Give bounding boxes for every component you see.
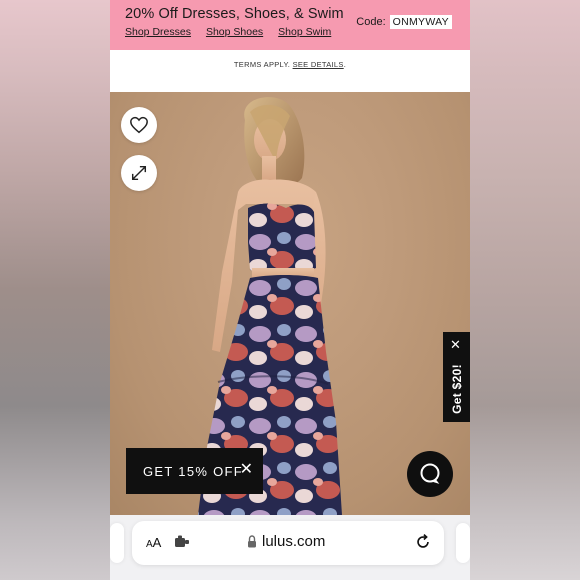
- heart-icon: [130, 116, 148, 134]
- expand-image-button[interactable]: [121, 155, 157, 191]
- promo-code-label: Code:: [356, 16, 386, 28]
- promo-code: Code: ONMYWAY: [356, 15, 452, 29]
- reload-icon[interactable]: [414, 533, 432, 556]
- promo-title: 20% Off Dresses, Shoes, & Swim: [125, 6, 344, 22]
- url-text: lulus.com: [262, 533, 326, 550]
- discount-label: GET 15% OFF: [143, 463, 244, 479]
- shop-swim-link[interactable]: Shop Swim: [278, 26, 331, 38]
- promo-code-value: ONMYWAY: [389, 15, 452, 29]
- background-blur-left: [0, 0, 110, 580]
- background-blur-right: [470, 0, 580, 580]
- extension-icon[interactable]: [174, 535, 190, 554]
- chat-button[interactable]: [407, 451, 453, 497]
- terms-period: .: [343, 60, 347, 69]
- terms-text: TERMS APPLY.: [233, 60, 291, 69]
- expand-icon: [131, 165, 147, 181]
- shop-dresses-link[interactable]: Shop Dresses: [125, 26, 191, 38]
- get-20-tab[interactable]: ✕ Get $20!: [443, 332, 470, 422]
- get-20-label: Get $20!: [450, 364, 464, 414]
- browser-toolbar: AA lulus.com: [110, 515, 470, 580]
- prev-tab-peek[interactable]: [110, 523, 124, 563]
- lock-icon: [248, 535, 256, 548]
- see-details-link[interactable]: SEE DETAILS: [293, 60, 344, 69]
- wishlist-button[interactable]: [121, 107, 157, 143]
- bottom-toolbar-peek: [110, 573, 470, 580]
- chat-bubble-icon: [420, 463, 440, 484]
- url-display[interactable]: lulus.com: [247, 533, 325, 550]
- phone-screen: 20% Off Dresses, Shoes, & Swim Shop Dres…: [110, 0, 470, 580]
- terms-bar: TERMS APPLY. SEE DETAILS.: [110, 50, 470, 92]
- discount-close-icon[interactable]: ✕: [240, 462, 253, 478]
- next-tab-peek[interactable]: [456, 523, 470, 563]
- text-size-icon[interactable]: AA: [146, 535, 161, 550]
- promo-links: Shop Dresses Shop Shoes Shop Swim: [125, 26, 331, 38]
- promo-banner: 20% Off Dresses, Shoes, & Swim Shop Dres…: [110, 0, 470, 50]
- shop-shoes-link[interactable]: Shop Shoes: [206, 26, 263, 38]
- address-bar[interactable]: AA lulus.com: [132, 521, 444, 565]
- discount-popup[interactable]: GET 15% OFF ✕: [126, 448, 263, 494]
- get-20-close-icon[interactable]: ✕: [450, 338, 461, 351]
